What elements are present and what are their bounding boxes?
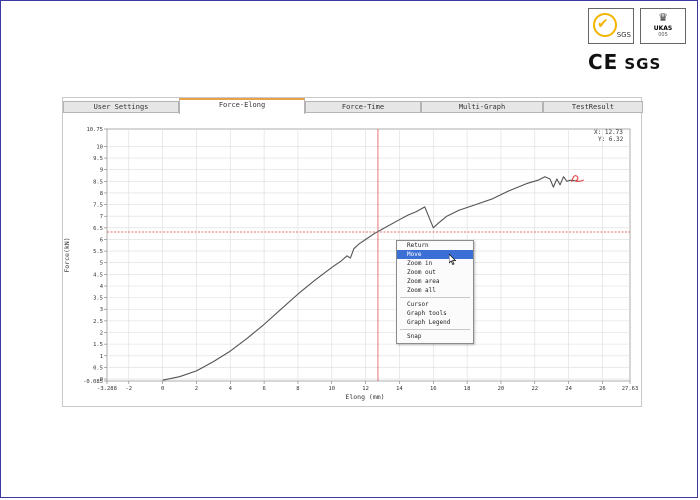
cursor-readout-y: Y: 6.32: [598, 136, 624, 143]
x-tick-label: 20: [498, 386, 505, 392]
y-tick-label: 0.5: [93, 365, 103, 371]
y-tick-label: 10.75: [86, 127, 103, 133]
y-tick-label: 6.5: [93, 226, 103, 232]
y-tick-label: 0: [100, 377, 103, 383]
x-tick-label: 0: [161, 386, 164, 392]
y-tick-label: 1.5: [93, 342, 103, 348]
x-tick-label: 24: [565, 386, 572, 392]
x-tick-label: 10: [328, 386, 335, 392]
menu-item-return[interactable]: Return: [397, 241, 473, 250]
y-tick-label: 9: [100, 168, 103, 174]
menu-item-graph-tools[interactable]: Graph tools: [397, 309, 473, 318]
x-tick-label: 6: [262, 386, 265, 392]
y-tick-label: 5: [100, 261, 103, 267]
y-tick-label: 10: [96, 144, 103, 150]
menu-item-zoom-area[interactable]: Zoom area: [397, 277, 473, 286]
x-tick-label: 14: [396, 386, 403, 392]
plot-area: [106, 128, 631, 382]
x-tick-label: 16: [430, 386, 437, 392]
y-tick-label: 2: [100, 331, 103, 337]
y-tick-label: 7: [100, 214, 103, 220]
menu-item-zoom-in[interactable]: Zoom in: [397, 259, 473, 268]
mouse-pointer-icon: [449, 254, 457, 265]
y-tick-label: 4: [100, 284, 104, 290]
y-tick-label: 5.5: [93, 249, 103, 255]
menu-item-snap[interactable]: Snap: [397, 332, 473, 341]
context-menu: Return Move Zoom in Zoom out Zoom area Z…: [396, 240, 474, 344]
menu-item-graph-legend[interactable]: Graph Legend: [397, 318, 473, 327]
menu-separator: [400, 297, 470, 298]
y-tick-label: 3: [100, 307, 103, 313]
menu-item-move[interactable]: Move: [397, 250, 473, 259]
force-elong-chart[interactable]: -3.288 -2 0 2 4 6 8 10 12 14 16 18 20 22 24 26 27.63-0.0…: [0, 0, 700, 500]
x-tick-label: 27.63: [622, 386, 639, 392]
y-axis-label: Force(kN): [63, 237, 71, 272]
x-tick-label: 18: [464, 386, 471, 392]
y-tick-label: 9.5: [93, 156, 103, 162]
x-tick-label: 22: [531, 386, 538, 392]
x-tick-label: -3.288: [97, 386, 117, 392]
menu-separator: [400, 329, 470, 330]
x-tick-label: 2: [195, 386, 198, 392]
y-tick-label: 6: [100, 237, 103, 243]
y-tick-label: 1: [100, 354, 103, 360]
grid-layer: [106, 128, 631, 382]
menu-item-cursor[interactable]: Cursor: [397, 300, 473, 309]
x-tick-label: 26: [599, 386, 606, 392]
x-tick-label: 12: [362, 386, 369, 392]
x-tick-label: 4: [229, 386, 233, 392]
y-tick-label: 8.5: [93, 179, 103, 185]
x-tick-label: -2: [125, 386, 132, 392]
cursor-readout-x: X: 12.73: [594, 129, 623, 136]
y-tick-label: 8: [100, 191, 103, 197]
menu-item-zoom-out[interactable]: Zoom out: [397, 268, 473, 277]
x-tick-label: 8: [296, 386, 299, 392]
x-axis-label: Elong (mm): [345, 393, 384, 401]
y-tick-label: 7.5: [93, 203, 103, 209]
y-tick-label: 2.5: [93, 319, 103, 325]
menu-item-zoom-all[interactable]: Zoom all: [397, 286, 473, 295]
y-tick-label: 3.5: [93, 296, 103, 302]
y-tick-label: 4.5: [93, 272, 103, 278]
